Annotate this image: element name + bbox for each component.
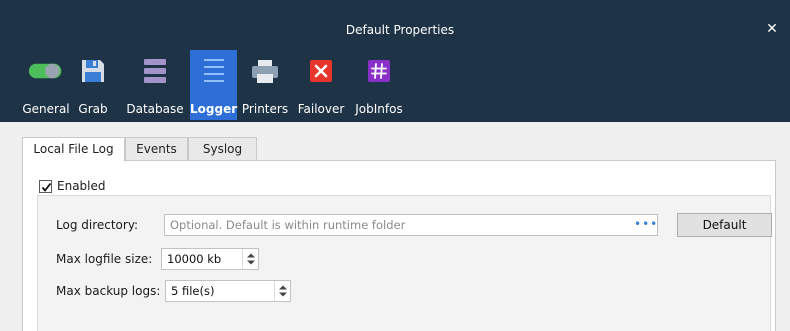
toolbar-label: Database xyxy=(126,102,184,116)
max-backup-logs-row: Max backup logs: xyxy=(56,280,356,302)
toolbar-label: Printers xyxy=(241,102,289,116)
floppy-disk-icon xyxy=(75,50,111,92)
log-directory-row: Log directory: ••• Default xyxy=(56,213,776,237)
log-directory-input[interactable] xyxy=(164,214,658,236)
enabled-label: Enabled xyxy=(57,179,106,193)
tab-syslog[interactable]: Syslog xyxy=(188,137,257,161)
tab-events[interactable]: Events xyxy=(125,137,188,161)
toolbar-item-grab[interactable]: Grab xyxy=(76,50,110,120)
category-toolbar: General Grab Database Logger Printers Fa… xyxy=(0,50,790,120)
spin-arrows[interactable] xyxy=(242,249,258,269)
toolbar-label: Grab xyxy=(78,102,108,116)
max-logfile-size-row: Max logfile size: xyxy=(56,248,356,270)
tab-local-file-log[interactable]: Local File Log xyxy=(22,137,125,162)
max-backup-logs-input[interactable] xyxy=(166,281,274,301)
hash-icon xyxy=(361,50,397,92)
x-box-icon xyxy=(303,50,339,92)
database-icon xyxy=(137,50,173,92)
toolbar-label: Logger xyxy=(190,102,238,116)
window-title: Default Properties xyxy=(345,23,455,37)
window-header: Default Properties ✕ General Grab Databa… xyxy=(0,0,790,122)
max-backup-logs-spinbox[interactable] xyxy=(165,280,291,302)
toolbar-label: General xyxy=(22,102,70,116)
toolbar-item-printers[interactable]: Printers xyxy=(240,50,290,120)
toolbar-label: Failover xyxy=(297,102,345,116)
spin-arrows[interactable] xyxy=(274,281,290,301)
enabled-checkbox[interactable] xyxy=(39,179,52,193)
spin-updown-icon xyxy=(247,253,255,265)
toolbar-item-failover[interactable]: Failover xyxy=(295,50,347,120)
log-settings-group: Log directory: ••• Default Max logfile s… xyxy=(37,195,772,331)
checkmark-icon xyxy=(41,182,52,192)
tab-panel-local-file-log: Enabled Log directory: ••• Default Max l… xyxy=(22,160,776,331)
max-backup-logs-label: Max backup logs: xyxy=(56,284,161,298)
toolbar-item-database[interactable]: Database xyxy=(124,50,186,120)
browse-icon[interactable]: ••• xyxy=(634,214,657,236)
close-button[interactable]: ✕ xyxy=(762,19,782,39)
enabled-checkbox-row[interactable]: Enabled xyxy=(39,179,106,193)
list-icon xyxy=(196,50,232,92)
spin-updown-icon xyxy=(279,285,287,297)
toolbar-label: JobInfos xyxy=(355,102,403,116)
default-button[interactable]: Default xyxy=(677,213,772,237)
title-bar: Default Properties ✕ xyxy=(0,0,790,40)
toolbar-item-logger[interactable]: Logger xyxy=(190,50,237,120)
max-logfile-size-input[interactable] xyxy=(162,249,242,269)
max-logfile-size-label: Max logfile size: xyxy=(56,252,153,266)
toggle-switch-icon xyxy=(28,50,64,92)
max-logfile-size-spinbox[interactable] xyxy=(161,248,259,270)
toolbar-item-general[interactable]: General xyxy=(22,50,70,120)
toolbar-item-jobinfos[interactable]: JobInfos xyxy=(352,50,406,120)
printer-icon xyxy=(247,50,283,92)
log-directory-label: Log directory: xyxy=(56,218,139,232)
